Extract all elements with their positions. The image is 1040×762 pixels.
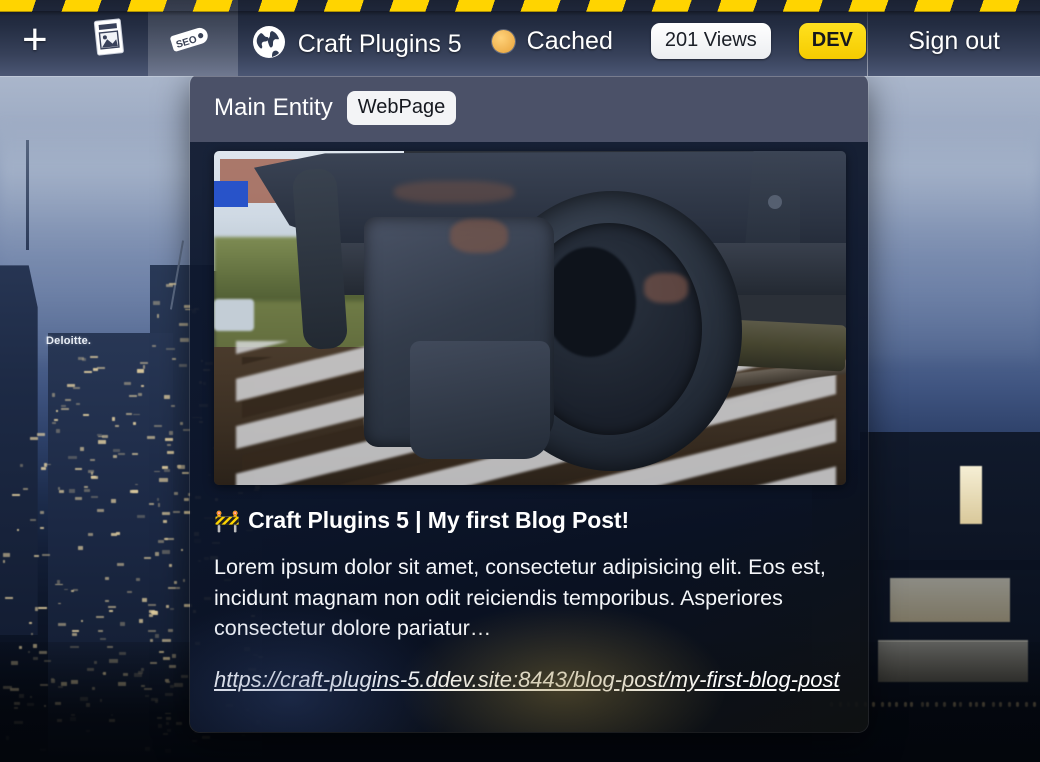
app-screen: Deloitte. + SEO Craft Plugins 5 Cached 2… <box>0 0 1040 762</box>
photo-rust-patch <box>450 219 508 253</box>
photo-rust-patch <box>644 273 688 303</box>
photo-car <box>214 299 254 331</box>
main-entity-panel: Main Entity WebPage 🚧 Craft Plugins 5 | … <box>190 74 868 732</box>
globe-icon <box>252 25 286 64</box>
panel-body: 🚧 Craft Plugins 5 | My first Blog Post! … <box>190 142 868 732</box>
preview-image <box>214 151 846 485</box>
site-name: Craft Plugins 5 <box>297 29 462 58</box>
foreground-roofline <box>840 560 1040 570</box>
cache-status-label: Cached <box>526 26 613 55</box>
photo-wagon-bolt <box>768 195 782 209</box>
article-document-icon <box>92 18 126 58</box>
preview-description: Lorem ipsum dolor sit amet, consectetur … <box>214 555 826 641</box>
preview-url-link[interactable]: https://craft-plugins-5.ddev.site:8443/b… <box>214 666 846 694</box>
entity-type-badge: WebPage <box>346 91 457 125</box>
plus-icon: + <box>22 15 48 64</box>
site-selector[interactable]: Craft Plugins 5 <box>238 6 476 82</box>
photo-rust-patch <box>394 181 514 203</box>
cache-status[interactable]: Cached <box>476 6 629 76</box>
preview-title-row: 🚧 Craft Plugins 5 | My first Blog Post! <box>214 507 844 534</box>
panel-title: Main Entity <box>214 94 333 121</box>
photo-wheel-hole <box>544 247 636 357</box>
lit-window <box>960 466 982 524</box>
views-badge[interactable]: 201 Views <box>650 23 771 59</box>
seo-tag-icon: SEO <box>170 20 216 56</box>
photo-brake-lower <box>410 341 550 459</box>
hazard-stripe-shadow <box>0 11 1040 16</box>
orange-circle-icon <box>491 29 515 53</box>
panel-header: Main Entity WebPage <box>190 74 868 142</box>
preview-title: Craft Plugins 5 | My first Blog Post! <box>248 507 630 533</box>
lit-window <box>890 578 1010 622</box>
environment-badge[interactable]: DEV <box>798 23 866 59</box>
construction-emoji-icon: 🚧 <box>214 510 241 533</box>
photo-blue-sign <box>214 181 248 207</box>
